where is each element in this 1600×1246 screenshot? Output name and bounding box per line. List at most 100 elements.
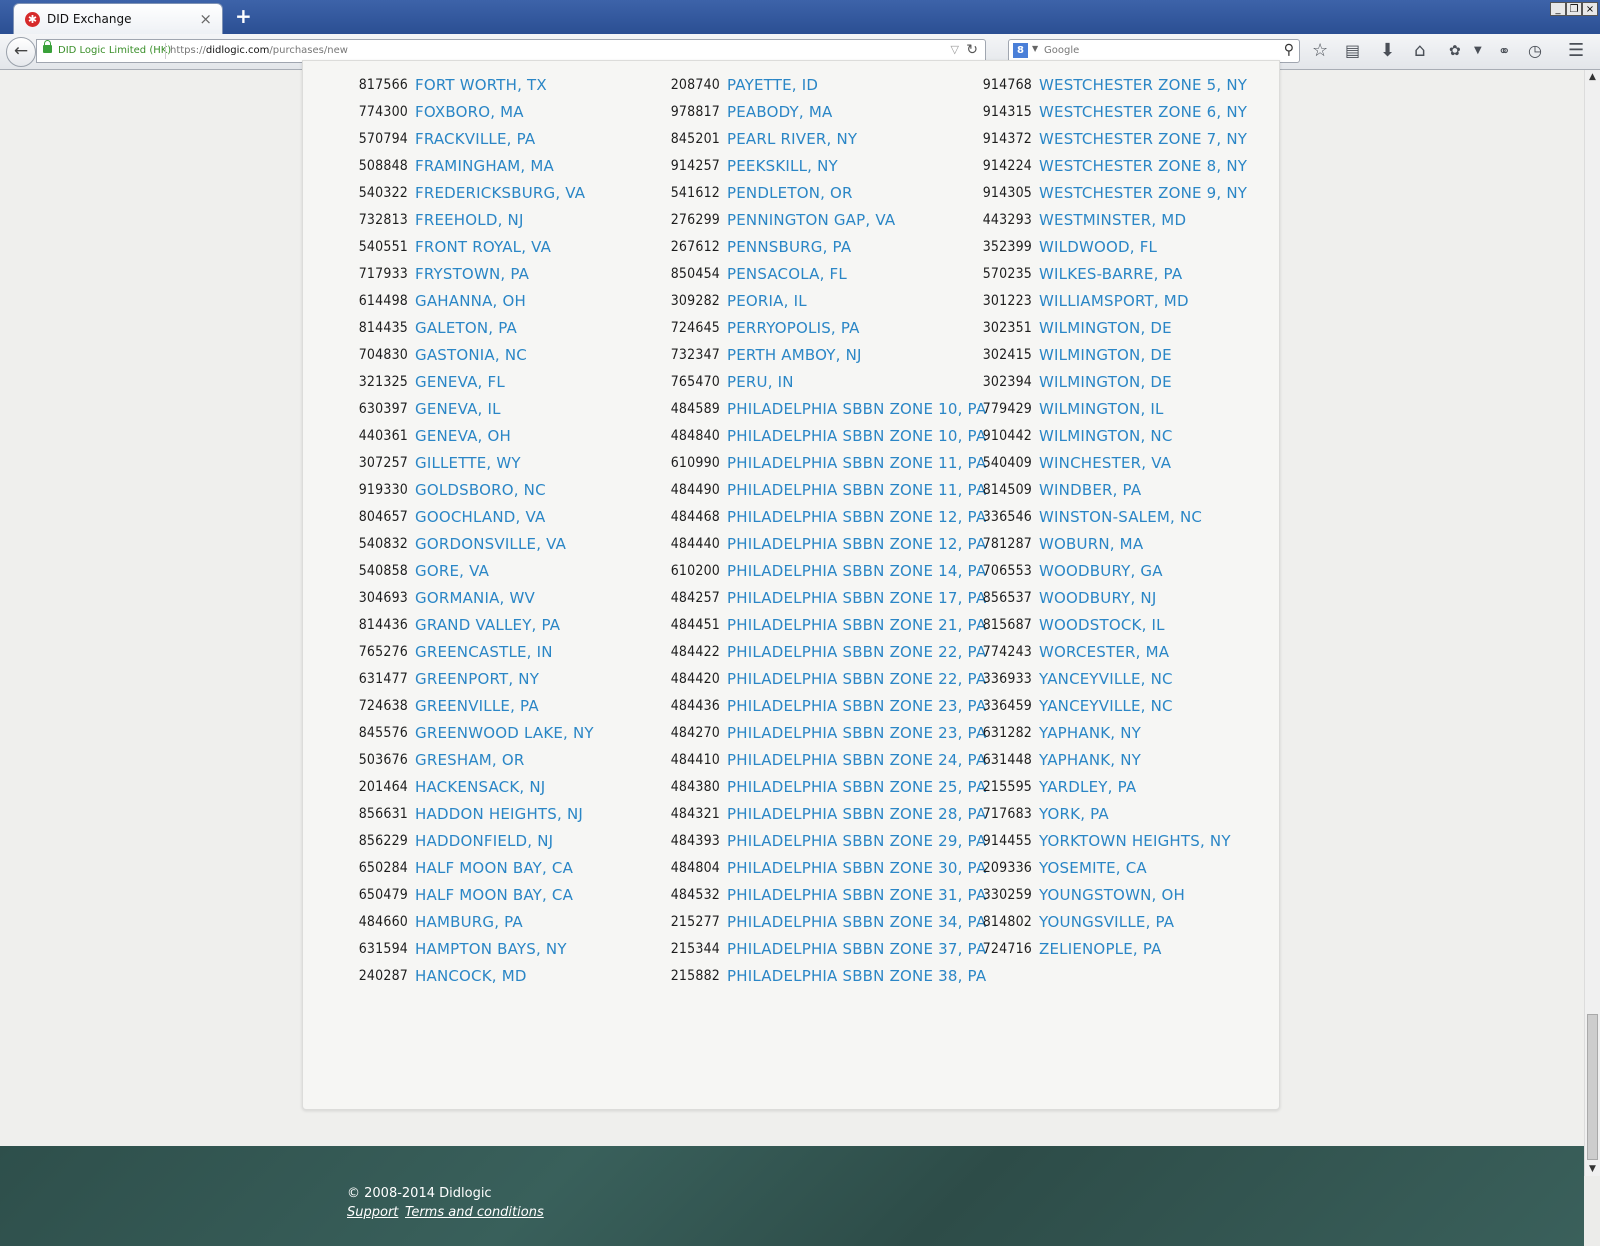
city-link[interactable]: GILLETTE, WY [415, 454, 521, 472]
downloads-icon[interactable]: ⬇ [1380, 41, 1395, 61]
terms-and-conditions-link[interactable]: Terms and conditions [405, 1205, 544, 1220]
url-text[interactable]: https://didlogic.com/purchases/new [170, 45, 348, 56]
city-link[interactable]: FRONT ROYAL, VA [415, 238, 551, 256]
city-link[interactable]: YAPHANK, NY [1039, 724, 1141, 742]
city-link[interactable]: YOUNGSTOWN, OH [1039, 886, 1185, 904]
city-link[interactable]: GAHANNA, OH [415, 292, 526, 310]
city-link[interactable]: WILKES-BARRE, PA [1039, 265, 1182, 283]
city-link[interactable]: PEEKSKILL, NY [727, 157, 838, 175]
scroll-down-arrow-icon[interactable]: ▼ [1585, 1162, 1600, 1176]
city-link[interactable]: ZELIENOPLE, PA [1039, 940, 1162, 958]
reading-list-icon[interactable]: ▤ [1345, 41, 1360, 61]
menu-hamburger-icon[interactable]: ☰ [1568, 41, 1584, 61]
city-link[interactable]: WESTCHESTER ZONE 5, NY [1039, 76, 1247, 94]
city-link[interactable]: WILMINGTON, NC [1039, 427, 1173, 445]
city-link[interactable]: GORMANIA, WV [415, 589, 535, 607]
city-link[interactable]: HALF MOON BAY, CA [415, 859, 573, 877]
page-scrollbar[interactable]: ▲ ▼ [1584, 70, 1600, 1176]
city-link[interactable]: FRACKVILLE, PA [415, 130, 535, 148]
search-input[interactable]: Google [1044, 45, 1079, 56]
city-link[interactable]: YOUNGSVILLE, PA [1039, 913, 1174, 931]
city-link[interactable]: WILMINGTON, DE [1039, 319, 1172, 337]
city-link[interactable]: WESTMINSTER, MD [1039, 211, 1186, 229]
city-link[interactable]: GREENPORT, NY [415, 670, 539, 688]
city-link[interactable]: HAMPTON BAYS, NY [415, 940, 567, 958]
city-link[interactable]: YARDLEY, PA [1039, 778, 1136, 796]
city-link[interactable]: WOODBURY, GA [1039, 562, 1163, 580]
city-link[interactable]: PERU, IN [727, 373, 794, 391]
city-link[interactable]: YAPHANK, NY [1039, 751, 1141, 769]
search-magnifier-icon[interactable]: ⚲ [1284, 42, 1294, 58]
close-window-button[interactable]: × [1582, 2, 1598, 16]
history-icon[interactable]: ◷ [1528, 41, 1542, 61]
city-link[interactable]: WORCESTER, MA [1039, 643, 1169, 661]
city-link[interactable]: GRAND VALLEY, PA [415, 616, 560, 634]
scrollbar-thumb[interactable] [1587, 1014, 1598, 1160]
city-link[interactable]: PEABODY, MA [727, 103, 832, 121]
city-link[interactable]: GOOCHLAND, VA [415, 508, 545, 526]
city-link[interactable]: PERTH AMBOY, NJ [727, 346, 862, 364]
city-link[interactable]: GENEVA, IL [415, 400, 501, 418]
city-link[interactable]: WESTCHESTER ZONE 9, NY [1039, 184, 1247, 202]
bookmark-star-icon[interactable]: ☆ [1312, 41, 1328, 61]
city-link[interactable]: WINDBER, PA [1039, 481, 1141, 499]
city-link[interactable]: FORT WORTH, TX [415, 76, 547, 94]
city-link[interactable]: GASTONIA, NC [415, 346, 527, 364]
city-link[interactable]: GREENWOOD LAKE, NY [415, 724, 594, 742]
city-link[interactable]: PENDLETON, OR [727, 184, 853, 202]
city-link[interactable]: WESTCHESTER ZONE 7, NY [1039, 130, 1247, 148]
city-link[interactable]: YORKTOWN HEIGHTS, NY [1039, 832, 1231, 850]
city-link[interactable]: WESTCHESTER ZONE 8, NY [1039, 157, 1247, 175]
minimize-window-button[interactable]: _ [1550, 2, 1566, 16]
city-link[interactable]: YANCEYVILLE, NC [1039, 697, 1173, 715]
city-link[interactable]: GORDONSVILLE, VA [415, 535, 566, 553]
addon-dropdown-icon[interactable]: ▼ [1474, 41, 1482, 61]
city-link[interactable]: FREDERICKSBURG, VA [415, 184, 585, 202]
city-link[interactable]: FRAMINGHAM, MA [415, 157, 554, 175]
browser-tab-did-exchange[interactable]: ✱ DID Exchange × [13, 3, 223, 34]
city-link[interactable]: WINSTON-SALEM, NC [1039, 508, 1202, 526]
city-link[interactable]: WILMINGTON, IL [1039, 400, 1164, 418]
google-search-engine-icon[interactable]: 8 [1013, 43, 1028, 58]
city-link[interactable]: FOXBORO, MA [415, 103, 524, 121]
city-link[interactable]: HACKENSACK, NJ [415, 778, 545, 796]
city-link[interactable]: FREEHOLD, NJ [415, 211, 524, 229]
city-link[interactable]: PERRYOPOLIS, PA [727, 319, 860, 337]
city-link[interactable]: WOODBURY, NJ [1039, 589, 1156, 607]
city-link[interactable]: YANCEYVILLE, NC [1039, 670, 1173, 688]
restore-window-button[interactable]: ❐ [1566, 2, 1582, 16]
city-link[interactable]: GREENVILLE, PA [415, 697, 539, 715]
city-link[interactable]: GALETON, PA [415, 319, 517, 337]
city-link[interactable]: PEORIA, IL [727, 292, 807, 310]
city-link[interactable]: PENSACOLA, FL [727, 265, 847, 283]
search-engine-dropdown-icon[interactable]: ▼ [1032, 44, 1038, 53]
city-link[interactable]: PHILADELPHIA SBBN ZONE 38, PA [727, 967, 986, 985]
city-link[interactable]: GORE, VA [415, 562, 489, 580]
addon-icon[interactable]: ✿ [1449, 41, 1461, 61]
url-history-dropdown-icon[interactable]: ▽ [951, 43, 959, 56]
city-link[interactable]: GENEVA, OH [415, 427, 511, 445]
city-link[interactable]: WILMINGTON, DE [1039, 346, 1172, 364]
city-link[interactable]: GRESHAM, OR [415, 751, 525, 769]
city-link[interactable]: GENEVA, FL [415, 373, 505, 391]
tab-close-icon[interactable]: × [199, 10, 212, 28]
home-icon[interactable]: ⌂ [1414, 41, 1425, 61]
city-link[interactable]: WILDWOOD, FL [1039, 238, 1157, 256]
city-link[interactable]: PENNINGTON GAP, VA [727, 211, 895, 229]
city-link[interactable]: FRYSTOWN, PA [415, 265, 529, 283]
city-link[interactable]: WILMINGTON, DE [1039, 373, 1172, 391]
city-link[interactable]: HADDON HEIGHTS, NJ [415, 805, 583, 823]
sync-icon[interactable]: ⚭ [1498, 41, 1511, 61]
reload-icon[interactable]: ↻ [966, 42, 978, 58]
city-link[interactable]: GOLDSBORO, NC [415, 481, 546, 499]
support-link[interactable]: Support [347, 1205, 398, 1220]
city-link[interactable]: HANCOCK, MD [415, 967, 527, 985]
city-link[interactable]: YORK, PA [1039, 805, 1109, 823]
city-link[interactable]: YOSEMITE, CA [1039, 859, 1147, 877]
city-link[interactable]: HADDONFIELD, NJ [415, 832, 553, 850]
city-link[interactable]: PENNSBURG, PA [727, 238, 851, 256]
city-link[interactable]: PEARL RIVER, NY [727, 130, 857, 148]
city-link[interactable]: HALF MOON BAY, CA [415, 886, 573, 904]
city-link[interactable]: WESTCHESTER ZONE 6, NY [1039, 103, 1247, 121]
city-link[interactable]: WINCHESTER, VA [1039, 454, 1171, 472]
